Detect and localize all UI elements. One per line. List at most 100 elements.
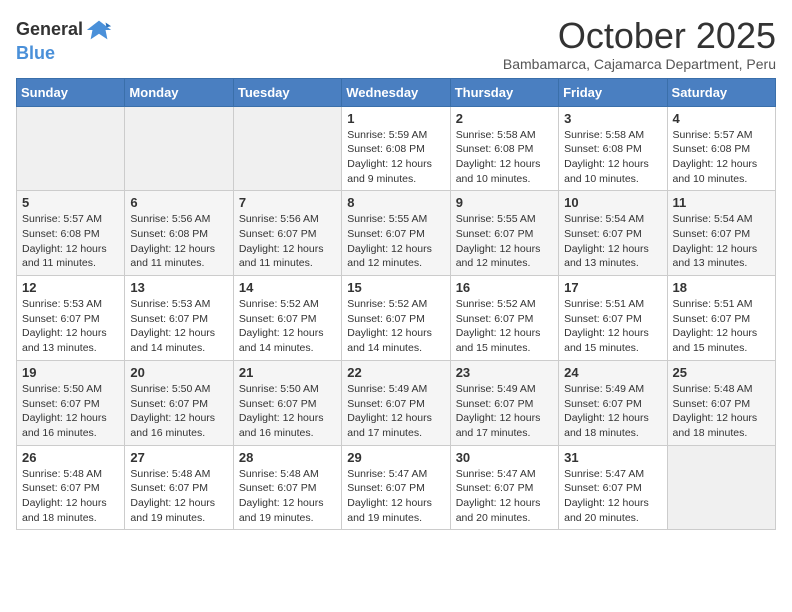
page-title: October 2025: [503, 16, 776, 56]
day-info: Sunrise: 5:58 AMSunset: 6:08 PMDaylight:…: [564, 128, 661, 187]
day-number: 4: [673, 111, 770, 126]
day-number: 21: [239, 365, 336, 380]
logo-general: General: [16, 20, 83, 40]
day-info: Sunrise: 5:47 AMSunset: 6:07 PMDaylight:…: [456, 467, 553, 526]
day-info: Sunrise: 5:55 AMSunset: 6:07 PMDaylight:…: [456, 212, 553, 271]
title-block: October 2025 Bambamarca, Cajamarca Depar…: [503, 16, 776, 72]
day-info: Sunrise: 5:52 AMSunset: 6:07 PMDaylight:…: [456, 297, 553, 356]
logo-blue: Blue: [16, 43, 55, 63]
calendar-cell: 26 Sunrise: 5:48 AMSunset: 6:07 PMDayligh…: [17, 445, 125, 530]
day-number: 15: [347, 280, 444, 295]
day-number: 7: [239, 195, 336, 210]
day-info: Sunrise: 5:57 AMSunset: 6:08 PMDaylight:…: [673, 128, 770, 187]
column-header-wednesday: Wednesday: [342, 78, 450, 106]
calendar-week-row: 1Sunrise: 5:59 AMSunset: 6:08 PMDaylight…: [17, 106, 776, 191]
calendar-cell: 17Sunrise: 5:51 AMSunset: 6:07 PMDayligh…: [559, 276, 667, 361]
calendar-cell: 21Sunrise: 5:50 AMSunset: 6:07 PMDayligh…: [233, 360, 341, 445]
day-info: Sunrise: 5:47 AMSunset: 6:07 PMDaylight:…: [564, 467, 661, 526]
logo: General Blue: [16, 16, 113, 64]
day-info: Sunrise: 5:50 AMSunset: 6:07 PMDaylight:…: [22, 382, 119, 441]
calendar-cell: 28 Sunrise: 5:48 AMSunset: 6:07 PMDayligh…: [233, 445, 341, 530]
calendar-cell: [233, 106, 341, 191]
calendar-cell: 12 Sunrise: 5:53 AMSunset: 6:07 PMDayligh…: [17, 276, 125, 361]
calendar-cell: 27 Sunrise: 5:48 AMSunset: 6:07 PMDayligh…: [125, 445, 233, 530]
day-number: 14: [239, 280, 336, 295]
day-number: 28: [239, 450, 336, 465]
calendar-week-row: 5 Sunrise: 5:57 AMSunset: 6:08 PMDaylight…: [17, 191, 776, 276]
calendar-cell: 20Sunrise: 5:50 AMSunset: 6:07 PMDayligh…: [125, 360, 233, 445]
column-header-thursday: Thursday: [450, 78, 558, 106]
day-info: Sunrise: 5:53 AMSunset: 6:07 PMDaylight:…: [22, 297, 119, 356]
calendar-cell: 30Sunrise: 5:47 AMSunset: 6:07 PMDayligh…: [450, 445, 558, 530]
day-number: 6: [130, 195, 227, 210]
calendar-cell: 2 Sunrise: 5:58 AMSunset: 6:08 PMDaylight…: [450, 106, 558, 191]
day-info: Sunrise: 5:49 AMSunset: 6:07 PMDaylight:…: [564, 382, 661, 441]
calendar-cell: 16 Sunrise: 5:52 AMSunset: 6:07 PMDayligh…: [450, 276, 558, 361]
calendar-cell: 24 Sunrise: 5:49 AMSunset: 6:07 PMDayligh…: [559, 360, 667, 445]
day-info: Sunrise: 5:59 AMSunset: 6:08 PMDaylight:…: [347, 128, 444, 187]
calendar-cell: 14 Sunrise: 5:52 AMSunset: 6:07 PMDayligh…: [233, 276, 341, 361]
calendar-cell: 23 Sunrise: 5:49 AMSunset: 6:07 PMDayligh…: [450, 360, 558, 445]
day-info: Sunrise: 5:51 AMSunset: 6:07 PMDaylight:…: [564, 297, 661, 356]
calendar-cell: [125, 106, 233, 191]
column-header-tuesday: Tuesday: [233, 78, 341, 106]
day-info: Sunrise: 5:49 AMSunset: 6:07 PMDaylight:…: [347, 382, 444, 441]
day-number: 10: [564, 195, 661, 210]
page-subtitle: Bambamarca, Cajamarca Department, Peru: [503, 56, 776, 72]
day-info: Sunrise: 5:56 AMSunset: 6:07 PMDaylight:…: [239, 212, 336, 271]
calendar-cell: 22 Sunrise: 5:49 AMSunset: 6:07 PMDayligh…: [342, 360, 450, 445]
calendar-cell: 4 Sunrise: 5:57 AMSunset: 6:08 PMDaylight…: [667, 106, 775, 191]
calendar-cell: 15 Sunrise: 5:52 AMSunset: 6:07 PMDayligh…: [342, 276, 450, 361]
day-info: Sunrise: 5:54 AMSunset: 6:07 PMDaylight:…: [673, 212, 770, 271]
calendar-week-row: 19 Sunrise: 5:50 AMSunset: 6:07 PMDayligh…: [17, 360, 776, 445]
day-info: Sunrise: 5:48 AMSunset: 6:07 PMDaylight:…: [239, 467, 336, 526]
day-number: 2: [456, 111, 553, 126]
day-info: Sunrise: 5:56 AMSunset: 6:08 PMDaylight:…: [130, 212, 227, 271]
day-number: 16: [456, 280, 553, 295]
calendar-cell: 18 Sunrise: 5:51 AMSunset: 6:07 PMDayligh…: [667, 276, 775, 361]
logo-bird-icon: [85, 16, 113, 44]
day-info: Sunrise: 5:55 AMSunset: 6:07 PMDaylight:…: [347, 212, 444, 271]
day-info: Sunrise: 5:49 AMSunset: 6:07 PMDaylight:…: [456, 382, 553, 441]
day-info: Sunrise: 5:48 AMSunset: 6:07 PMDaylight:…: [673, 382, 770, 441]
day-info: Sunrise: 5:54 AMSunset: 6:07 PMDaylight:…: [564, 212, 661, 271]
column-header-friday: Friday: [559, 78, 667, 106]
day-info: Sunrise: 5:52 AMSunset: 6:07 PMDaylight:…: [239, 297, 336, 356]
calendar-cell: 31 Sunrise: 5:47 AMSunset: 6:07 PMDayligh…: [559, 445, 667, 530]
day-number: 27: [130, 450, 227, 465]
calendar-cell: 19 Sunrise: 5:50 AMSunset: 6:07 PMDayligh…: [17, 360, 125, 445]
day-info: Sunrise: 5:48 AMSunset: 6:07 PMDaylight:…: [130, 467, 227, 526]
calendar-header-row: SundayMondayTuesdayWednesdayThursdayFrid…: [17, 78, 776, 106]
day-info: Sunrise: 5:48 AMSunset: 6:07 PMDaylight:…: [22, 467, 119, 526]
day-number: 18: [673, 280, 770, 295]
day-info: Sunrise: 5:52 AMSunset: 6:07 PMDaylight:…: [347, 297, 444, 356]
column-header-monday: Monday: [125, 78, 233, 106]
calendar-cell: 7 Sunrise: 5:56 AMSunset: 6:07 PMDaylight…: [233, 191, 341, 276]
column-header-saturday: Saturday: [667, 78, 775, 106]
day-info: Sunrise: 5:57 AMSunset: 6:08 PMDaylight:…: [22, 212, 119, 271]
calendar-cell: 3Sunrise: 5:58 AMSunset: 6:08 PMDaylight…: [559, 106, 667, 191]
day-number: 29: [347, 450, 444, 465]
calendar-cell: 11Sunrise: 5:54 AMSunset: 6:07 PMDayligh…: [667, 191, 775, 276]
calendar-cell: 29 Sunrise: 5:47 AMSunset: 6:07 PMDayligh…: [342, 445, 450, 530]
day-number: 24: [564, 365, 661, 380]
calendar-cell: 5 Sunrise: 5:57 AMSunset: 6:08 PMDaylight…: [17, 191, 125, 276]
day-number: 22: [347, 365, 444, 380]
calendar-cell: 6 Sunrise: 5:56 AMSunset: 6:08 PMDaylight…: [125, 191, 233, 276]
calendar-cell: [667, 445, 775, 530]
day-number: 5: [22, 195, 119, 210]
day-number: 26: [22, 450, 119, 465]
day-info: Sunrise: 5:51 AMSunset: 6:07 PMDaylight:…: [673, 297, 770, 356]
day-number: 19: [22, 365, 119, 380]
calendar-cell: 9Sunrise: 5:55 AMSunset: 6:07 PMDaylight…: [450, 191, 558, 276]
day-number: 31: [564, 450, 661, 465]
day-number: 25: [673, 365, 770, 380]
day-info: Sunrise: 5:47 AMSunset: 6:07 PMDaylight:…: [347, 467, 444, 526]
day-number: 12: [22, 280, 119, 295]
day-number: 20: [130, 365, 227, 380]
day-number: 23: [456, 365, 553, 380]
day-info: Sunrise: 5:58 AMSunset: 6:08 PMDaylight:…: [456, 128, 553, 187]
day-info: Sunrise: 5:53 AMSunset: 6:07 PMDaylight:…: [130, 297, 227, 356]
calendar-cell: 25 Sunrise: 5:48 AMSunset: 6:07 PMDayligh…: [667, 360, 775, 445]
day-number: 8: [347, 195, 444, 210]
